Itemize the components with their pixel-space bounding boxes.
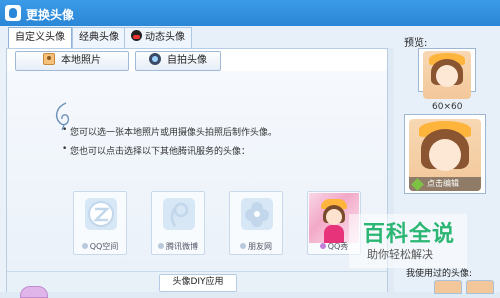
selfie-label: 自拍头像 (167, 55, 207, 66)
preview-label: 预览: (404, 38, 428, 49)
service-qzone-caption: QQ空间 (74, 241, 126, 252)
qqshow-face (326, 209, 342, 225)
window-title: 更换头像 (26, 8, 75, 22)
tab-label: 动态头像 (145, 32, 185, 43)
tencent-weibo-icon (163, 198, 195, 230)
title-bar: 更换头像 (0, 0, 500, 26)
pengyou-icon (241, 198, 273, 230)
service-label: 朋友网 (248, 242, 272, 251)
qq-penguin-icon (5, 5, 21, 21)
tip-1: 您可以选一张本地照片或用摄像头拍照后制作头像。 (62, 125, 277, 138)
avatar-face (429, 139, 461, 171)
preview-size-label: 60×60 (432, 102, 463, 112)
preview-small-avatar (423, 51, 471, 99)
tab-custom-avatar[interactable]: 自定义头像 (8, 27, 72, 48)
preview-large-frame[interactable]: 点击编辑 (404, 114, 486, 194)
weibo-small-icon (158, 243, 164, 249)
tab-label: 经典头像 (79, 32, 119, 43)
edit-label: 点击编辑 (427, 179, 459, 188)
service-pengyou[interactable]: 朋友网 (229, 191, 283, 255)
content-area: 您可以选一张本地照片或用摄像头拍照后制作头像。 您也可以点击选择以下其他腾讯服务… (7, 71, 387, 271)
service-pengyou-caption: 朋友网 (230, 241, 282, 252)
selfie-button[interactable]: 自拍头像 (135, 51, 221, 71)
service-label: 腾讯微博 (166, 242, 198, 251)
webcam-icon (149, 53, 161, 65)
watermark-main: 百科全说 (363, 222, 456, 247)
qzone-icon (85, 198, 117, 230)
star-icon (81, 243, 88, 249)
pencil-icon (411, 178, 424, 191)
service-weibo-caption: 腾讯微博 (152, 241, 204, 252)
qqshow-small-icon (319, 243, 326, 249)
watermark: 百科全说 助你轻松解决 (349, 214, 467, 268)
tab-label: 自定义头像 (15, 32, 65, 43)
preview-small-frame (418, 48, 476, 99)
corner-avatar-thumb (20, 286, 48, 298)
avatar-diy-app-button[interactable]: 头像DIY应用 (159, 274, 237, 292)
service-qzone[interactable]: QQ空间 (73, 191, 127, 255)
avatar-face (436, 65, 458, 87)
watermark-sub: 助你轻松解决 (367, 248, 433, 261)
bottom-bar: 头像DIY应用 (7, 271, 387, 292)
clover-small-icon (240, 243, 246, 249)
service-label: QQ空间 (89, 242, 119, 251)
tip-2: 您也可以点击选择以下其他腾讯服务的头像： (62, 144, 250, 157)
preview-large-avatar: 点击编辑 (409, 119, 481, 191)
custom-avatar-panel: 本地照片 自拍头像 您可以选一张本地照片或用摄像头拍照后制作头像。 您也可以点击… (6, 48, 388, 292)
local-photo-button[interactable]: 本地照片 (15, 51, 129, 71)
penguin-icon (131, 30, 142, 41)
service-tencent-weibo[interactable]: 腾讯微博 (151, 191, 205, 255)
toolbar: 本地照片 自拍头像 (7, 49, 387, 71)
service-label: QQ秀 (327, 242, 349, 251)
tab-classic-avatar[interactable]: 经典头像 (72, 27, 126, 48)
edit-avatar-strip[interactable]: 点击编辑 (409, 177, 481, 191)
tab-dynamic-avatar[interactable]: 动态头像 (124, 27, 192, 48)
photo-icon (43, 53, 55, 65)
local-photo-label: 本地照片 (61, 55, 101, 66)
